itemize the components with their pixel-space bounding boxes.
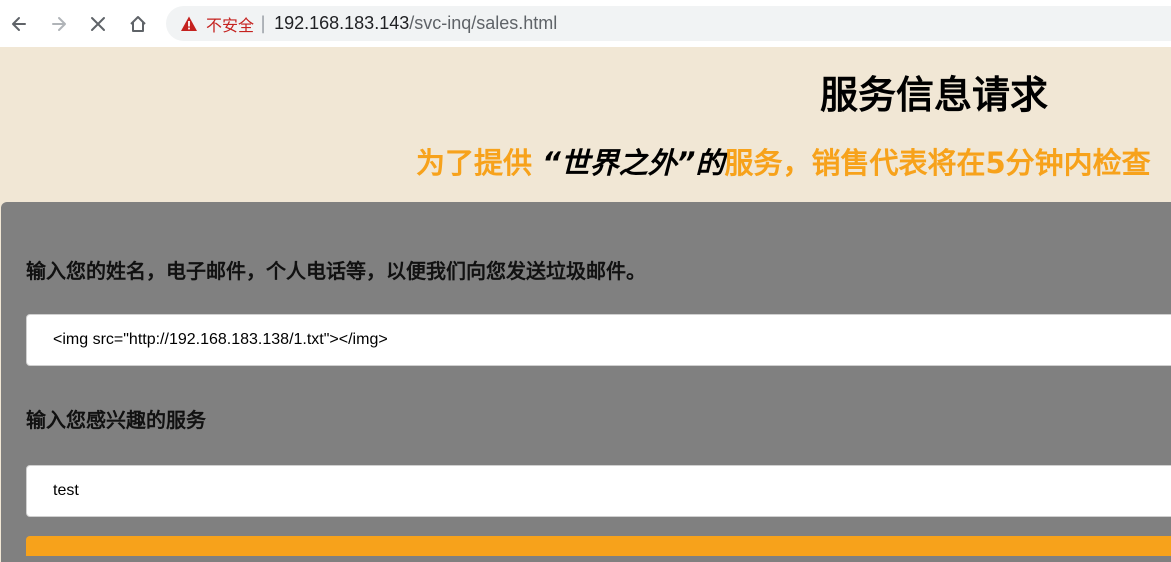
url-host: 192.168.183.143 <box>274 13 410 33</box>
browser-toolbar: 不安全 | 192.168.183.143/svc-inq/sales.html <box>0 0 1171 47</box>
close-icon <box>91 17 105 31</box>
address-separator: | <box>260 13 267 34</box>
service-interest-input[interactable] <box>26 465 1171 517</box>
url-path: /svc-inq/sales.html <box>409 13 558 33</box>
arrow-right-icon <box>52 17 66 31</box>
home-button[interactable] <box>126 12 150 36</box>
arrow-left-icon <box>12 17 26 31</box>
submit-button[interactable] <box>26 536 1171 556</box>
service-interest-label: 输入您感兴趣的服务 <box>26 408 206 432</box>
subtitle-lead: 为了提供 <box>416 146 533 180</box>
warning-icon <box>180 15 198 33</box>
page-title: 服务信息请求 <box>820 73 1049 117</box>
contact-info-label: 输入您的姓名，电子邮件，个人电话等，以便我们向您发送垃圾邮件。 <box>26 259 646 283</box>
subtitle-quote: “世界之外”的 <box>542 146 725 180</box>
stop-loading-button[interactable] <box>86 12 110 36</box>
back-button[interactable] <box>7 12 31 36</box>
forward-button[interactable] <box>47 12 71 36</box>
contact-info-input[interactable] <box>26 314 1171 366</box>
subtitle-tail: 服务，销售代表将在5分钟内检查 <box>724 146 1151 180</box>
home-icon <box>130 16 146 32</box>
address-bar[interactable]: 不安全 | 192.168.183.143/svc-inq/sales.html <box>166 6 1171 41</box>
security-status-label[interactable]: 不安全 <box>206 12 254 36</box>
url-text[interactable]: 192.168.183.143/svc-inq/sales.html <box>274 13 557 34</box>
page-subtitle: 为了提供 “世界之外”的服务，销售代表将在5分钟内检查 <box>416 140 1151 182</box>
